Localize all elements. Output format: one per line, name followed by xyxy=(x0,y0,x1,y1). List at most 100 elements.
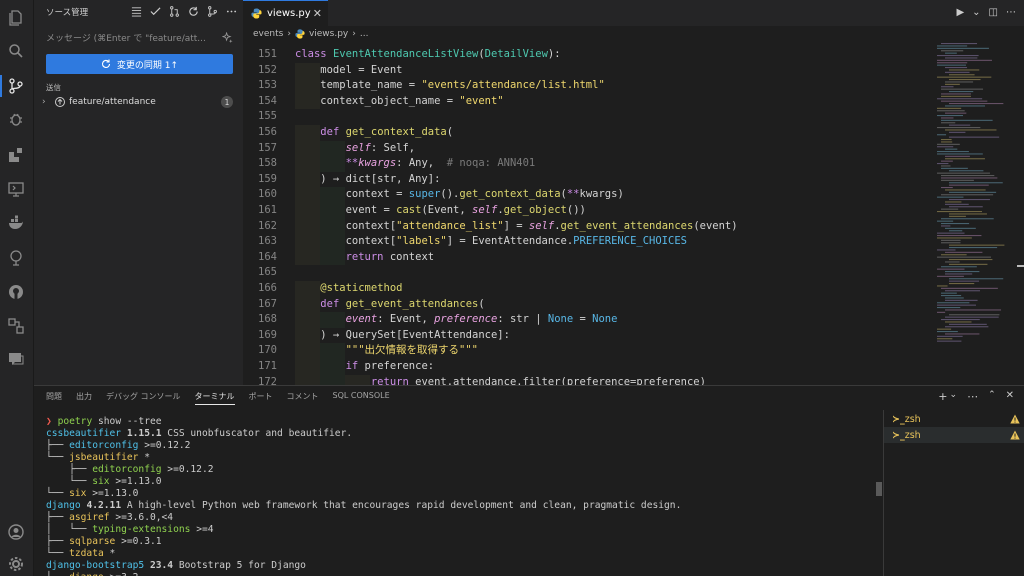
minimap-line xyxy=(945,316,999,318)
tab-views-py[interactable]: views.py ✕ xyxy=(243,0,328,26)
code-line: 172 return event.attendance.filter(prefe… xyxy=(243,374,933,385)
debug-icon[interactable] xyxy=(7,110,25,128)
code-line: 154 context_object_name = "event" xyxy=(243,93,933,110)
search-icon[interactable] xyxy=(7,42,25,60)
minimap-line xyxy=(941,287,998,289)
view-as-list-icon[interactable] xyxy=(130,5,142,17)
panel-tab[interactable]: 問題 xyxy=(46,391,62,405)
accounts-icon[interactable] xyxy=(7,523,25,541)
code-editor[interactable]: 151 class EventAttendanceListView(DetailV… xyxy=(243,41,933,385)
line-number: 163 xyxy=(258,235,277,248)
github-icon[interactable] xyxy=(7,283,25,301)
settings-icon[interactable] xyxy=(7,555,25,573)
line-text: if preference: xyxy=(345,360,435,372)
terminal-line: │ └── typing-extensions >=4 xyxy=(46,524,214,535)
run-dropdown-chevron-icon[interactable]: ⌄ xyxy=(972,7,980,18)
terminal-icon: ≻_ xyxy=(892,429,905,441)
terminal-line: django-bootstrap5 23.4 Bootstrap 5 for D… xyxy=(46,560,306,571)
panel-tab[interactable]: ターミナル xyxy=(194,391,235,405)
terminal-line: └── django >=3.2 xyxy=(46,572,138,576)
breadcrumb-folder[interactable]: events xyxy=(253,29,283,39)
refresh-icon[interactable] xyxy=(187,5,199,17)
terminal-icon: ≻_ xyxy=(892,413,905,425)
close-icon[interactable]: ✕ xyxy=(313,7,322,20)
panel-tab[interactable]: SQL CONSOLE xyxy=(333,391,390,405)
sidebar-toolbar xyxy=(130,5,237,17)
maximize-panel-icon[interactable]: ⌃ xyxy=(988,390,996,403)
source-control-icon[interactable] xyxy=(7,77,25,95)
panel-tab[interactable]: ポート xyxy=(249,391,273,405)
close-panel-icon[interactable]: ✕ xyxy=(1006,390,1014,403)
sparkle-icon[interactable] xyxy=(222,31,233,43)
terminal-line: ❯ poetry show --tree xyxy=(46,416,162,427)
minimap-line xyxy=(941,239,961,241)
minimap-line xyxy=(945,227,976,229)
panel-tab[interactable]: 出力 xyxy=(76,391,92,405)
split-editor-icon[interactable]: ◫ xyxy=(989,7,998,18)
breadcrumb-symbol[interactable]: ... xyxy=(360,29,369,39)
sync-icon xyxy=(101,59,110,68)
minimap-line xyxy=(941,179,974,181)
minimap-line xyxy=(937,196,964,198)
minimap-line xyxy=(945,290,981,292)
minimap-line xyxy=(937,232,965,234)
minimap-line xyxy=(937,110,965,112)
minimap-line xyxy=(941,43,978,45)
minimap-line xyxy=(937,76,992,78)
line-text: model = Event xyxy=(295,63,403,76)
commit-message-input[interactable]: メッセージ (⌘Enter で "feature/att... xyxy=(46,28,233,46)
docker-icon[interactable] xyxy=(7,214,25,232)
minimap[interactable] xyxy=(933,41,1024,385)
terminal-instance[interactable]: ≻_ zsh xyxy=(884,411,1024,427)
more-actions-icon[interactable]: ⋯ xyxy=(967,390,978,403)
more-actions-icon[interactable]: ⋯ xyxy=(1006,7,1016,18)
outgoing-count-badge: 1 xyxy=(221,96,233,108)
bottom-panel: 問題 出力 デバッグ コンソール ターミナル ポート コメント SQL CONSOLE + … xyxy=(34,385,1024,576)
terminal-output[interactable]: ❯ poetry show --tree cssbeautifier 1.15.1… xyxy=(46,412,876,576)
outgoing-branch-item[interactable]: › feature/attendance 1 xyxy=(42,94,235,110)
terminal-line: ├── asgiref >=3.6.0,<4 xyxy=(46,512,174,523)
minimap-line xyxy=(949,131,966,133)
minimap-line xyxy=(949,199,990,201)
files-icon[interactable] xyxy=(7,9,25,27)
more-actions-icon[interactable] xyxy=(225,5,237,17)
chat-icon[interactable] xyxy=(7,350,25,368)
minimap-line xyxy=(937,304,976,306)
extensions-icon[interactable] xyxy=(7,146,25,164)
minimap-line xyxy=(937,143,960,145)
minimap-line xyxy=(949,323,987,325)
sync-changes-button[interactable]: 変更の同期 1↑ xyxy=(46,54,233,74)
terminal-line: ├── editorconfig >=0.12.2 xyxy=(46,440,191,451)
python-file-icon xyxy=(251,8,262,19)
minimap-line xyxy=(945,321,972,323)
branch-outgoing-icon xyxy=(55,97,65,107)
panel-tab[interactable]: コメント xyxy=(287,391,319,405)
panel-tab[interactable]: デバッグ コンソール xyxy=(106,391,181,405)
breadcrumb-separator: › xyxy=(352,28,356,39)
line-text: ) → dict[str, Any]: xyxy=(295,172,441,185)
commit-placeholder: メッセージ (⌘Enter で "feature/att... xyxy=(46,33,206,44)
terminal-dropdown-chevron-icon[interactable]: ⌄ xyxy=(950,390,958,403)
terminal-line: └── jsbeautifier * xyxy=(46,452,150,463)
terminal-line: └── six >=1.13.0 xyxy=(46,488,139,499)
minimap-line xyxy=(949,247,998,249)
line-text: **kwargs: Any, # noqa: ANN401 xyxy=(345,157,536,170)
line-text: context_object_name = "event" xyxy=(295,94,504,107)
minimap-line xyxy=(945,251,983,253)
commit-check-icon[interactable] xyxy=(149,5,161,17)
minimap-line xyxy=(941,139,952,141)
terminal-instance[interactable]: ≻_ zsh xyxy=(884,427,1024,443)
minimap-line xyxy=(945,158,985,160)
minimap-line xyxy=(941,319,980,321)
branch-compare-icon[interactable] xyxy=(206,5,218,17)
containers-icon[interactable] xyxy=(7,317,25,335)
gitlens-icon[interactable] xyxy=(7,249,25,267)
chevron-right-icon[interactable]: › xyxy=(42,97,52,107)
code-line: 155 xyxy=(243,109,933,125)
new-terminal-icon[interactable]: + xyxy=(938,390,947,403)
run-icon[interactable]: ▶ xyxy=(956,7,964,18)
remote-explorer-icon[interactable] xyxy=(7,180,25,198)
terminal-scrollbar[interactable] xyxy=(876,482,882,496)
pull-request-icon[interactable] xyxy=(168,5,180,17)
breadcrumb-file[interactable]: views.py xyxy=(309,29,348,39)
